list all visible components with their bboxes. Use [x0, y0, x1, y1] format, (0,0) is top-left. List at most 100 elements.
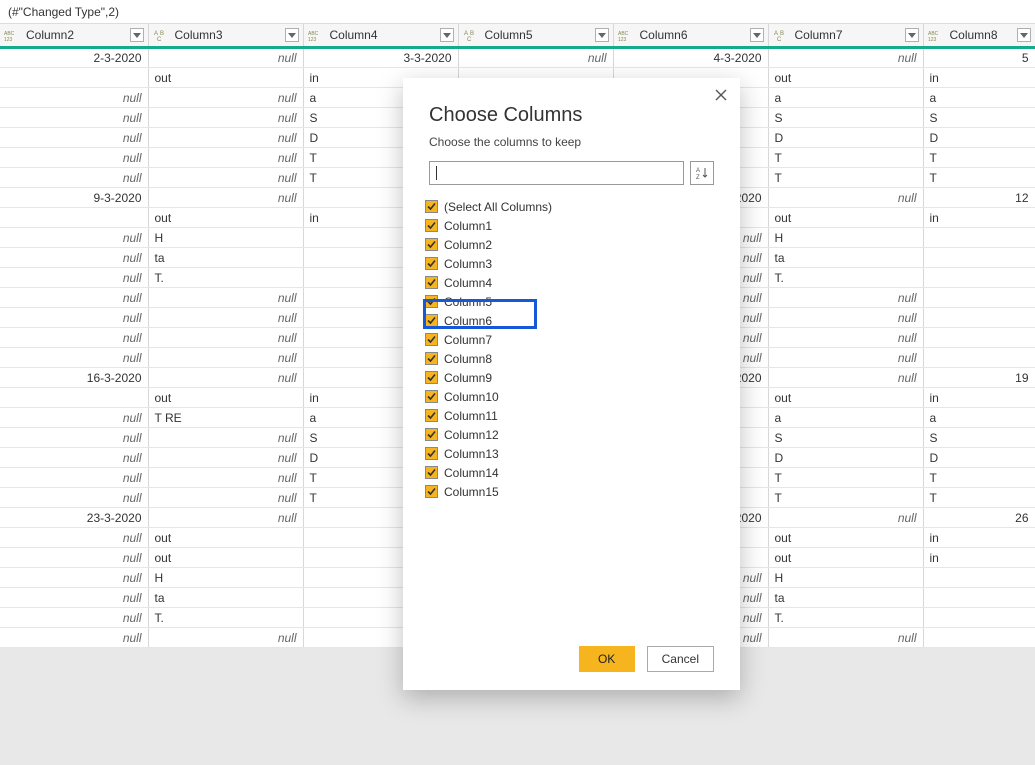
checkbox-icon[interactable]	[425, 409, 438, 422]
search-input[interactable]	[429, 161, 684, 185]
table-cell[interactable]: out	[768, 528, 923, 548]
text-type-icon[interactable]: ABC	[153, 28, 171, 42]
column-header[interactable]: ABCColumn5	[458, 24, 613, 48]
filter-dropdown-icon[interactable]	[130, 28, 144, 42]
table-cell[interactable]: null	[0, 228, 148, 248]
table-cell[interactable]: null	[148, 468, 303, 488]
table-cell[interactable]: null	[148, 188, 303, 208]
checkbox-icon[interactable]	[425, 314, 438, 327]
table-cell[interactable]: S	[768, 428, 923, 448]
column-header[interactable]: ABC123Column4	[303, 24, 458, 48]
table-cell[interactable]: D	[768, 448, 923, 468]
sort-az-button[interactable]: A Z	[690, 161, 714, 185]
table-cell[interactable]: null	[0, 568, 148, 588]
table-cell[interactable]	[923, 228, 1035, 248]
table-cell[interactable]: null	[0, 488, 148, 508]
table-cell[interactable]	[0, 68, 148, 88]
checkbox-icon[interactable]	[425, 333, 438, 346]
table-cell[interactable]: null	[148, 168, 303, 188]
table-cell[interactable]: null	[768, 368, 923, 388]
table-cell[interactable]: out	[148, 528, 303, 548]
table-cell[interactable]	[923, 348, 1035, 368]
filter-dropdown-icon[interactable]	[905, 28, 919, 42]
table-cell[interactable]: null	[458, 48, 613, 68]
column-list-item[interactable]: Column13	[421, 444, 722, 463]
checkbox-icon[interactable]	[425, 257, 438, 270]
table-cell[interactable]: null	[148, 148, 303, 168]
table-cell[interactable]: null	[148, 48, 303, 68]
table-cell[interactable]: T	[768, 488, 923, 508]
table-cell[interactable]	[0, 388, 148, 408]
table-cell[interactable]	[923, 268, 1035, 288]
table-cell[interactable]: 23-3-2020	[0, 508, 148, 528]
column-list-item[interactable]: Column11	[421, 406, 722, 425]
table-cell[interactable]: 5	[923, 48, 1035, 68]
formula-bar[interactable]: (#"Changed Type",2)	[0, 0, 1035, 24]
column-list-item[interactable]: Column4	[421, 273, 722, 292]
table-cell[interactable]: T	[923, 468, 1035, 488]
table-cell[interactable]: T	[768, 468, 923, 488]
table-cell[interactable]: 16-3-2020	[0, 368, 148, 388]
table-cell[interactable]: null	[768, 508, 923, 528]
table-cell[interactable]	[923, 248, 1035, 268]
table-cell[interactable]: null	[0, 128, 148, 148]
table-cell[interactable]: 26	[923, 508, 1035, 528]
table-cell[interactable]: 3-3-2020	[303, 48, 458, 68]
column-header[interactable]: ABC123Column2	[0, 24, 148, 48]
column-list-item[interactable]: Column7	[421, 330, 722, 349]
table-cell[interactable]: 12	[923, 188, 1035, 208]
table-cell[interactable]: S	[768, 108, 923, 128]
table-cell[interactable]: null	[148, 368, 303, 388]
table-cell[interactable]: T	[923, 488, 1035, 508]
table-cell[interactable]: D	[923, 448, 1035, 468]
table-cell[interactable]: null	[148, 88, 303, 108]
text-type-icon[interactable]: ABC	[773, 28, 791, 42]
table-cell[interactable]: null	[768, 628, 923, 648]
table-cell[interactable]: null	[148, 428, 303, 448]
table-cell[interactable]: out	[768, 68, 923, 88]
table-cell[interactable]: D	[923, 128, 1035, 148]
table-cell[interactable]: ta	[148, 248, 303, 268]
table-cell[interactable]: 4-3-2020	[613, 48, 768, 68]
table-cell[interactable]: T.	[148, 268, 303, 288]
column-header[interactable]: ABC123Column8	[923, 24, 1035, 48]
any-type-icon[interactable]: ABC123	[618, 28, 636, 42]
table-cell[interactable]: null	[768, 48, 923, 68]
table-cell[interactable]: null	[768, 188, 923, 208]
table-cell[interactable]: out	[768, 388, 923, 408]
table-cell[interactable]: null	[0, 588, 148, 608]
table-cell[interactable]: out	[148, 388, 303, 408]
table-cell[interactable]: null	[0, 288, 148, 308]
table-cell[interactable]: null	[148, 108, 303, 128]
checkbox-icon[interactable]	[425, 371, 438, 384]
table-cell[interactable]: T	[923, 148, 1035, 168]
select-all-item[interactable]: (Select All Columns)	[421, 197, 722, 216]
table-cell[interactable]: T.	[768, 268, 923, 288]
table-cell[interactable]	[923, 568, 1035, 588]
checkbox-icon[interactable]	[425, 238, 438, 251]
table-cell[interactable]: null	[768, 308, 923, 328]
table-cell[interactable]: null	[148, 128, 303, 148]
table-cell[interactable]: null	[0, 268, 148, 288]
table-cell[interactable]: null	[148, 288, 303, 308]
filter-dropdown-icon[interactable]	[750, 28, 764, 42]
table-cell[interactable]: 9-3-2020	[0, 188, 148, 208]
table-cell[interactable]: null	[0, 428, 148, 448]
table-cell[interactable]: S	[923, 108, 1035, 128]
table-cell[interactable]: null	[0, 468, 148, 488]
table-cell[interactable]: null	[0, 148, 148, 168]
checkbox-icon[interactable]	[425, 352, 438, 365]
table-cell[interactable]: null	[0, 628, 148, 648]
checkbox-icon[interactable]	[425, 295, 438, 308]
table-cell[interactable]	[923, 628, 1035, 648]
table-cell[interactable]: out	[148, 548, 303, 568]
table-cell[interactable]: out	[768, 548, 923, 568]
table-cell[interactable]	[0, 208, 148, 228]
table-cell[interactable]: T RE	[148, 408, 303, 428]
column-header[interactable]: ABC123Column6	[613, 24, 768, 48]
table-cell[interactable]	[923, 308, 1035, 328]
column-list-item[interactable]: Column2	[421, 235, 722, 254]
table-cell[interactable]: 19	[923, 368, 1035, 388]
column-list-item[interactable]: Column9	[421, 368, 722, 387]
table-cell[interactable]: in	[923, 208, 1035, 228]
